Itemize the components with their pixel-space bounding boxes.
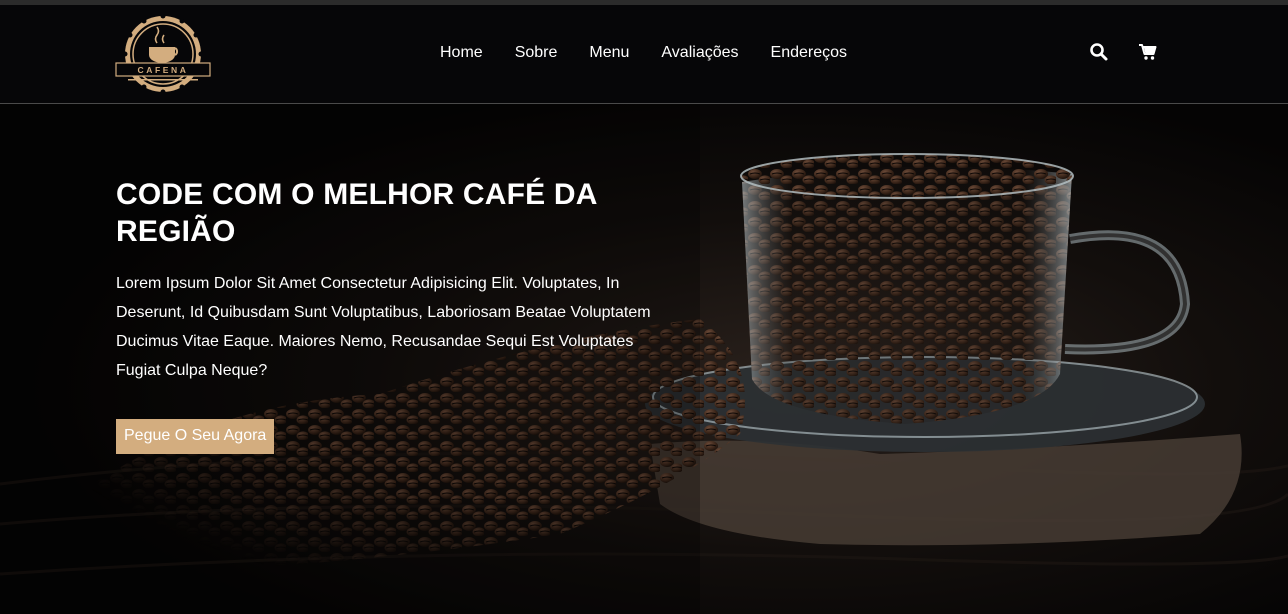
nav-link-avaliacoes[interactable]: Avaliações xyxy=(645,43,754,63)
hero-content: CODE COM O MELHOR CAFÉ DA REGIÃO Lorem I… xyxy=(116,176,666,454)
cafena-logo[interactable]: CAFENA xyxy=(114,13,212,95)
cart-icon[interactable] xyxy=(1138,42,1160,64)
nav-link-sobre[interactable]: Sobre xyxy=(499,43,574,63)
hero-title: CODE COM O MELHOR CAFÉ DA REGIÃO xyxy=(116,178,597,248)
nav-link-enderecos[interactable]: Endereços xyxy=(755,43,864,63)
nav-link-menu[interactable]: Menu xyxy=(573,43,645,63)
navbar: CAFENA Home Sobre Menu Avaliações Endere… xyxy=(0,5,1288,104)
logo-graphic: CAFENA xyxy=(115,13,211,95)
search-icon[interactable] xyxy=(1089,42,1111,64)
get-yours-button[interactable]: Pegue O Seu Agora xyxy=(116,419,275,454)
hero-section: CODE COM O MELHOR CAFÉ DA REGIÃO Lorem I… xyxy=(0,104,1288,614)
hero-description: Lorem Ipsum Dolor Sit Amet Consectetur A… xyxy=(116,275,651,379)
nav-link-home[interactable]: Home xyxy=(424,43,499,63)
main-nav: Home Sobre Menu Avaliações Endereços xyxy=(424,43,863,63)
logo-text: CAFENA xyxy=(137,65,188,75)
